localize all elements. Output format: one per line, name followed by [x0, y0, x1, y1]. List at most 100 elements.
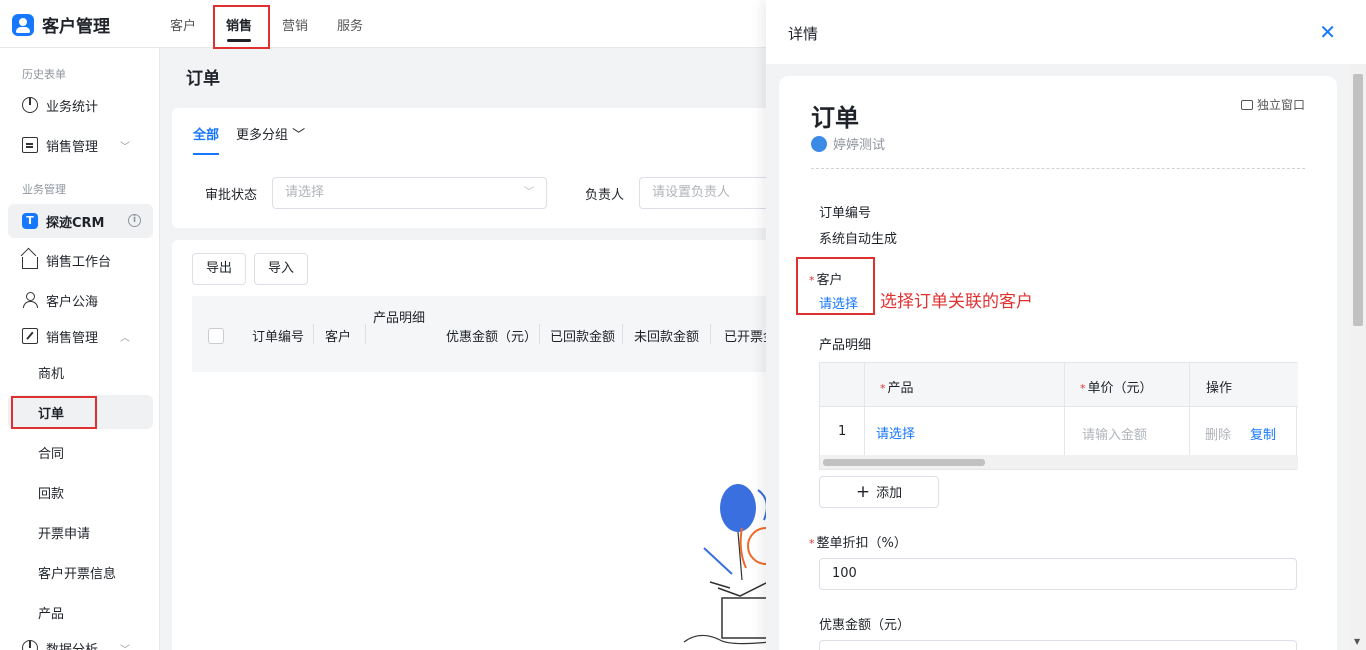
chevron-up-icon: ︿ [120, 332, 130, 344]
product-table: * 产品 * 单价（元） 操作 1 请选择 请输入金额 删除 复制 [819, 362, 1298, 470]
sidebar-item-label: 销售管理 [46, 330, 99, 346]
chevron-down-icon: ﹀ [292, 128, 306, 143]
scrollbar-thumb[interactable] [1353, 74, 1363, 326]
filter-label-approval: 审批状态 [205, 188, 258, 203]
drawer-header: 详情 ✕ [766, 0, 1366, 64]
sidebar-sub-customer-invoice[interactable]: 客户开票信息 [8, 555, 153, 589]
edit-icon [22, 328, 38, 344]
sidebar-sub-order[interactable]: 订单 [8, 395, 153, 429]
info-icon[interactable]: i [128, 214, 141, 227]
form-creator: 婷婷测试 [811, 134, 885, 153]
sidebar-item-public-pool[interactable]: 客户公海 [0, 283, 160, 317]
sidebar-sub-opportunity[interactable]: 商机 [8, 355, 153, 389]
owner-placeholder: 请设置负责人 [652, 185, 731, 200]
copy-row-button[interactable]: 复制 [1250, 424, 1276, 443]
coupon-input[interactable] [819, 640, 1297, 650]
sidebar-item-label: 探迹CRM [46, 215, 105, 231]
column-customer[interactable]: 客户 [325, 326, 351, 345]
column-order-no[interactable]: 订单编号 [252, 326, 304, 345]
column-unreceived-amount[interactable]: 未回款金额 [634, 326, 699, 345]
scroll-down-icon[interactable]: ▼ [1354, 637, 1360, 646]
drawer-scrollbar[interactable]: ▼ [1350, 64, 1366, 650]
add-product-button[interactable]: + 添加 [819, 476, 939, 508]
tab-marketing[interactable]: 营销 [282, 15, 308, 34]
column-divider [539, 324, 540, 344]
tab-customer[interactable]: 客户 [170, 15, 196, 34]
sidebar-item-label: 数据分析 [46, 642, 99, 650]
tab-sales[interactable]: 销售 [226, 15, 252, 42]
order-no-value: 系统自动生成 [819, 232, 898, 247]
export-button[interactable]: 导出 [192, 253, 246, 285]
creator-name: 婷婷测试 [833, 138, 886, 153]
column-price: * 单价（元） [1080, 377, 1153, 396]
group-history: 历史表单 [22, 68, 66, 81]
page-title: 订单 [186, 69, 220, 89]
filter-tab-all[interactable]: 全部 [193, 124, 220, 155]
chevron-down-icon: ﹀ [524, 187, 534, 198]
row-index: 1 [838, 424, 847, 439]
column-product-detail[interactable]: 产品明细 [373, 307, 425, 326]
column-divider [365, 324, 366, 344]
scrollbar-thumb[interactable] [823, 459, 985, 466]
column-discount-amount[interactable]: 优惠金额（元） [446, 326, 537, 345]
popout-icon [1240, 99, 1253, 110]
sidebar-sub-invoice-request[interactable]: 开票申请 [8, 515, 153, 549]
sidebar-sub-payment[interactable]: 回款 [8, 475, 153, 509]
filter-tab-more-label: 更多分组 [236, 128, 289, 143]
approval-status-select[interactable]: 请选择 ﹀ [272, 177, 547, 209]
approval-status-placeholder: 请选择 [285, 185, 325, 200]
required-mark: * [1080, 382, 1086, 395]
popout-window-button[interactable]: 独立窗口 [1240, 96, 1305, 113]
required-mark: * [809, 274, 815, 287]
required-mark: * [880, 382, 886, 395]
product-select-link[interactable]: 请选择 [876, 423, 915, 442]
group-business: 业务管理 [22, 183, 66, 196]
sidebar-sub-contract[interactable]: 合同 [8, 435, 153, 469]
sidebar-item-stats[interactable]: 业务统计 [0, 88, 160, 122]
order-no-label: 订单编号 [819, 206, 872, 221]
column-product: * 产品 [880, 377, 914, 396]
sidebar-item-sales-mgmt[interactable]: 销售管理 ︿ [0, 319, 160, 353]
customer-label-text: 客户 [816, 273, 843, 288]
tab-service[interactable]: 服务 [337, 15, 363, 34]
popout-label: 独立窗口 [1256, 98, 1305, 112]
discount-input[interactable]: 100 [819, 558, 1297, 590]
sidebar-item-workbench[interactable]: 销售工作台 [0, 243, 160, 277]
column-divider [313, 324, 314, 344]
price-input[interactable]: 请输入金额 [1082, 424, 1147, 443]
customer-select-link[interactable]: 请选择 [819, 293, 858, 312]
close-icon[interactable]: ✕ [1319, 20, 1336, 44]
sidebar-item-crm[interactable]: T 探迹CRM i [8, 204, 153, 238]
import-button[interactable]: 导入 [254, 253, 308, 285]
calendar-icon [22, 137, 38, 153]
sidebar-item-analysis[interactable]: 数据分析 ﹀ [0, 631, 160, 650]
filter-label-owner: 负责人 [585, 188, 625, 203]
product-table-scrollbar[interactable] [820, 455, 1298, 469]
user-logo-icon [12, 13, 34, 36]
drawer-title: 详情 [788, 25, 819, 43]
app-badge-icon [811, 135, 827, 152]
column-action: 操作 [1206, 381, 1233, 396]
delete-row-button[interactable]: 删除 [1205, 424, 1231, 443]
sidebar-item-label: 业务统计 [46, 99, 99, 115]
filter-card: 全部 更多分组 ﹀ 审批状态 请选择 ﹀ 负责人 请设置负责人 [172, 108, 792, 228]
column-divider [864, 363, 865, 455]
discount-label-text: 整单折扣（%） [816, 536, 907, 551]
sidebar-item-sales-mgmt-top[interactable]: 销售管理 ﹀ [0, 128, 160, 162]
chevron-down-icon: ﹀ [120, 644, 130, 650]
discount-label: * 整单折扣（%） [809, 532, 907, 551]
coupon-label: 优惠金额（元） [819, 618, 911, 633]
plus-icon: + [855, 482, 871, 502]
sidebar-item-label: 销售工作台 [46, 254, 112, 270]
filter-tab-more[interactable]: 更多分组 ﹀ [236, 124, 305, 143]
column-received-amount[interactable]: 已回款金额 [550, 326, 615, 345]
sidebar: 历史表单 业务统计 销售管理 ﹀ 业务管理 T 探迹CRM i 销售工作台 客户… [0, 48, 160, 650]
form-divider [811, 168, 1305, 169]
select-all-checkbox[interactable] [208, 328, 224, 344]
sidebar-sub-product[interactable]: 产品 [8, 595, 153, 629]
required-mark: * [809, 537, 815, 550]
home-icon [22, 257, 38, 269]
app-title: 客户管理 [42, 17, 110, 37]
app-logo[interactable]: 客户管理 [12, 12, 110, 37]
sidebar-item-label: 销售管理 [46, 139, 99, 155]
